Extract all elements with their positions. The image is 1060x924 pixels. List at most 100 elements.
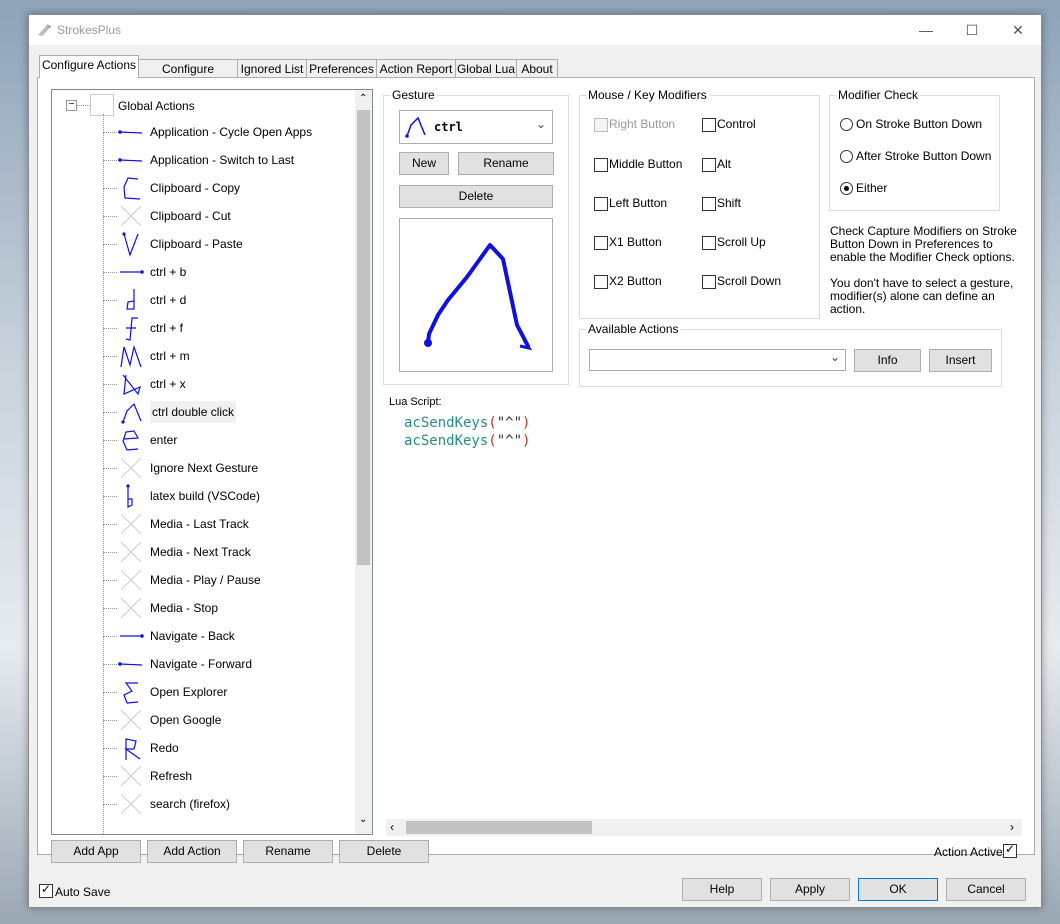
tree-item[interactable]: ctrl + d (52, 286, 352, 314)
cancel-button[interactable]: Cancel (946, 878, 1026, 901)
caret-gesture-icon (121, 402, 142, 424)
modifier-right-3-checkbox[interactable] (702, 236, 716, 250)
lua-script-editor[interactable]: acSendKeys("^") acSendKeys("^") (402, 413, 1022, 817)
tab-action-report[interactable]: Action Report (376, 59, 456, 79)
tree-item-label: Application - Switch to Last (150, 153, 295, 167)
tab-about[interactable]: About (516, 59, 558, 79)
tab-configure-actions[interactable]: Configure Actions (39, 55, 139, 78)
tree-connector (103, 384, 117, 385)
tree-item[interactable]: Navigate - Back (52, 622, 352, 650)
tree-item[interactable]: Open Google (52, 706, 352, 734)
tree-item[interactable]: Clipboard - Paste (52, 230, 352, 258)
tree-scrollbar[interactable]: ⌃ ⌄ (355, 90, 372, 834)
x-placeholder-icon (120, 793, 142, 815)
modifier-right-4-checkbox[interactable] (702, 275, 716, 289)
lua-horizontal-scrollbar[interactable]: ‹ › (386, 819, 1022, 836)
tree-item[interactable]: ctrl double click (52, 398, 352, 426)
tree-item[interactable]: Redo (52, 734, 352, 762)
tree-connector (103, 748, 117, 749)
auto-save-checkbox[interactable]: ✓ (39, 882, 53, 898)
action-active-checkbox[interactable]: ✓ (1003, 842, 1017, 858)
tree-item[interactable]: Clipboard - Copy (52, 174, 352, 202)
tree-item[interactable]: ctrl + m (52, 342, 352, 370)
tree-item[interactable]: Navigate - Forward (52, 650, 352, 678)
line-left-icon (120, 270, 144, 274)
scroll-up-icon[interactable]: ⌃ (359, 93, 367, 104)
tree-item[interactable]: Media - Next Track (52, 538, 352, 566)
tree-connector (103, 580, 117, 581)
auto-save-label: Auto Save (55, 885, 111, 899)
rename-gesture-button[interactable]: Rename (458, 152, 554, 175)
tree-item[interactable]: Refresh (52, 762, 352, 790)
add-app-button[interactable]: Add App (51, 840, 141, 863)
modifier-right-2-checkbox[interactable] (702, 197, 716, 211)
gesture-preview (399, 218, 553, 372)
apply-button[interactable]: Apply (770, 878, 850, 901)
tree-connector (103, 496, 117, 497)
tree-item[interactable]: Media - Last Track (52, 510, 352, 538)
tree-connector (103, 524, 117, 525)
add-action-button[interactable]: Add Action (147, 840, 237, 863)
lua-arg: "^" (496, 415, 523, 431)
scroll-right-icon[interactable]: › (1010, 820, 1014, 834)
tree-item[interactable]: latex build (VSCode) (52, 482, 352, 510)
modifier-check-radio[interactable] (840, 118, 853, 131)
tree-item-label: Redo (150, 741, 179, 755)
tree-item-label: ctrl double click (150, 401, 237, 423)
modifier-right-0-checkbox[interactable] (702, 118, 716, 132)
tree-item-label: ctrl + m (150, 349, 190, 363)
insert-button[interactable]: Insert (929, 349, 992, 372)
delete-gesture-button[interactable]: Delete (399, 185, 553, 208)
tree-item-label: Media - Last Track (150, 517, 249, 531)
tree-item[interactable]: ctrl + x (52, 370, 352, 398)
tree-item-label: Open Explorer (150, 685, 228, 699)
tree-connector (103, 216, 117, 217)
new-gesture-button[interactable]: New (399, 152, 449, 175)
tree-item[interactable]: Media - Play / Pause (52, 566, 352, 594)
tree-item[interactable]: Ignore Next Gesture (52, 454, 352, 482)
tree-scroll-thumb[interactable] (357, 110, 370, 565)
lua-scroll-thumb[interactable] (406, 821, 592, 834)
maximize-icon[interactable]: ☐ (949, 15, 995, 45)
c-gesture-icon (123, 177, 141, 200)
modifier-check-radio[interactable] (840, 182, 853, 195)
minimize-icon[interactable]: — (903, 15, 949, 45)
close-icon[interactable]: ✕ (995, 15, 1041, 45)
actions-tree[interactable]: − Global Actions Application - Cycle Ope… (51, 89, 373, 835)
gesture-select[interactable]: ctrl ⌄ (399, 110, 553, 144)
ok-button[interactable]: OK (858, 878, 938, 901)
folder-placeholder-icon (90, 94, 114, 116)
modifier-right-1-checkbox[interactable] (702, 158, 716, 172)
modifier-left-0-label: Right Button (609, 117, 676, 131)
delete-action-button[interactable]: Delete (339, 840, 429, 863)
modifier-right-0-label: Control (717, 117, 756, 131)
tree-item[interactable]: Application - Switch to Last (52, 146, 352, 174)
available-actions-select[interactable]: ⌄ (589, 349, 846, 371)
scroll-down-icon[interactable]: ⌄ (359, 814, 367, 825)
tree-item[interactable]: Application - Cycle Open Apps (52, 118, 352, 146)
help-button[interactable]: Help (682, 878, 762, 901)
tab-configure-hotkeys[interactable]: Configure Hotkeys (138, 59, 238, 95)
tree-item[interactable]: Clipboard - Cut (52, 202, 352, 230)
tree-item[interactable]: Open Explorer (52, 678, 352, 706)
modifier-left-4-checkbox[interactable] (594, 275, 608, 289)
scroll-left-icon[interactable]: ‹ (390, 820, 394, 834)
modifier-left-1-checkbox[interactable] (594, 158, 608, 172)
window-title: StrokesPlus (57, 23, 122, 37)
tab-global-lua[interactable]: Global Lua (455, 59, 517, 79)
modifier-left-2-checkbox[interactable] (594, 197, 608, 211)
tab-ignored-list[interactable]: Ignored List (237, 59, 307, 79)
rename-action-button[interactable]: Rename (243, 840, 333, 863)
tab-preferences[interactable]: Preferences (306, 59, 377, 79)
tree-item[interactable]: search (firefox) (52, 790, 352, 818)
lua-paren: ) (522, 415, 531, 431)
modifier-left-3-checkbox[interactable] (594, 236, 608, 250)
title-bar[interactable]: StrokesPlus — ☐ ✕ (29, 15, 1041, 45)
tree-connector (103, 664, 117, 665)
modifier-check-radio[interactable] (840, 150, 853, 163)
tree-item[interactable]: ctrl + f (52, 314, 352, 342)
tree-item[interactable]: ctrl + b (52, 258, 352, 286)
tree-item[interactable]: enter (52, 426, 352, 454)
tree-item[interactable]: Media - Stop (52, 594, 352, 622)
info-button[interactable]: Info (854, 349, 921, 372)
